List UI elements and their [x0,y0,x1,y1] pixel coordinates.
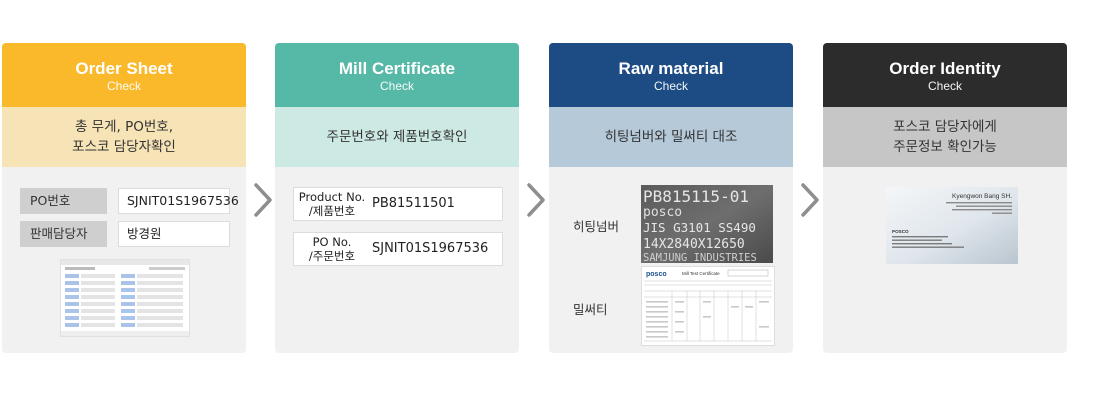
po-number-row: PO No. /주문번호 SJNIT01S1967536 [293,232,503,266]
order-sheet-card: Order Sheet Check 총 무게, PO번호, 포스코 담당자확인 … [2,43,246,353]
chevron-right-icon [801,183,819,217]
business-card-image: Kyengwon Bang SH. POSCO [886,187,1018,264]
steel-line-4: 14X2840X12650 [643,237,745,252]
product-number-label: Product No. /제품번호 [298,190,366,218]
order-sheet-thumbnail [60,259,190,337]
order-identity-card: Order Identity Check 포스코 담당자에게 주문정보 확인가능… [823,43,1067,353]
order-sheet-header: Order Sheet Check [2,43,246,107]
raw-material-description: 히팅넘버와 밀써티 대조 [549,107,793,167]
chevron-right-icon [254,183,272,217]
business-card-name: Kyengwon Bang SH. [952,193,1012,200]
steel-line-5: SAMJUNG INDUSTRIES [643,252,757,263]
order-identity-title: Order Identity [889,59,1001,78]
po-number-label: PO No. /주문번호 [308,235,356,263]
mill-logo: posco [646,271,667,278]
steel-line-2: posco [643,205,682,220]
mill-certificate-header: Mill Certificate Check [275,43,519,107]
chevron-right-icon [527,183,545,217]
raw-material-header: Raw material Check [549,43,793,107]
heat-number-photo: PB815115-01 posco JIS G3101 SS490 14X284… [641,185,773,263]
po-number-label: PO번호 [20,188,107,214]
sales-manager-row: 판매담당자 방경원 [20,221,230,247]
order-identity-header: Order Identity Check [823,43,1067,107]
mill-cert-label: 밀써티 [573,302,608,317]
sales-manager-value: 방경원 [118,221,230,247]
order-identity-subtitle: Check [927,79,962,93]
raw-material-subtitle: Check [653,79,688,93]
order-sheet-description: 총 무게, PO번호, 포스코 담당자확인 [2,107,246,167]
order-sheet-title: Order Sheet [75,59,173,78]
steel-line-1: PB815115-01 [643,187,749,206]
heat-number-label: 히팅넘버 [573,219,620,234]
steel-line-3: JIS G3101 SS490 [643,220,756,235]
po-number-row: PO번호 SJNIT01S1967536 [20,188,239,214]
po-number-value: SJNIT01S1967536 [372,241,489,256]
order-sheet-subtitle: Check [106,79,141,93]
business-card-company: POSCO [892,229,909,234]
sales-manager-label: 판매담당자 [20,221,107,247]
mill-certificate-title: Mill Certificate [338,59,456,78]
po-number-value: SJNIT01S1967536 [118,188,239,214]
mill-certificate-description: 주문번호와 제품번호확인 [275,107,519,167]
product-number-value: PB81511501 [372,196,455,211]
mill-certificate-thumbnail: posco Mill Test Certificate [641,266,775,346]
raw-material-title: Raw material [618,59,724,78]
mill-certificate-subtitle: Check [379,79,414,93]
raw-material-card: Raw material Check 히팅넘버와 밀써티 대조 히팅넘버 밀써티… [549,43,793,353]
mill-certificate-card: Mill Certificate Check 주문번호와 제품번호확인 Prod… [275,43,519,353]
product-number-row: Product No. /제품번호 PB81511501 [293,187,503,221]
mill-doc-title: Mill Test Certificate [682,271,720,276]
order-identity-description: 포스코 담당자에게 주문정보 확인가능 [823,107,1067,167]
